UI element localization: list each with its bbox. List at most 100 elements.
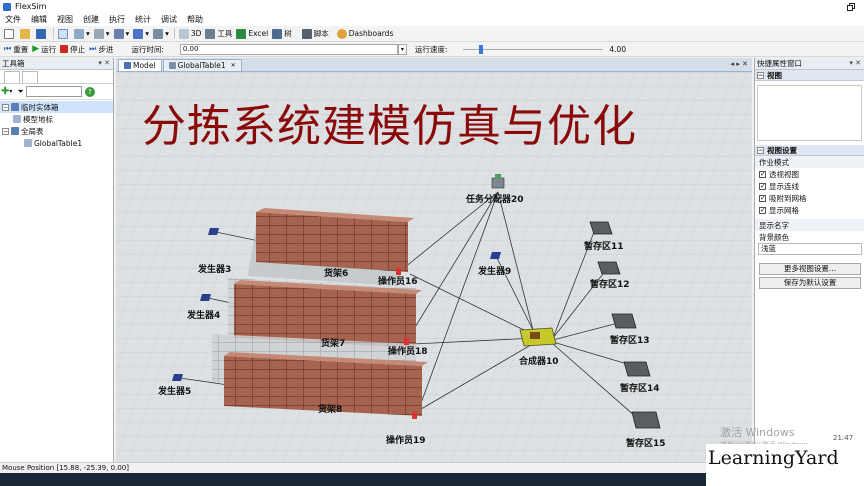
run-speed-value: 4.00 (609, 44, 627, 54)
tree-item[interactable]: GlobalTable1 (0, 137, 113, 149)
close-icon[interactable]: ✕ (855, 59, 861, 67)
show-names-label[interactable]: 显示名字 (755, 219, 864, 231)
menu-file[interactable]: 文件 (0, 14, 26, 25)
add-icon[interactable]: ✚ (1, 86, 9, 97)
run-time-dropdown[interactable]: ▾ (397, 43, 407, 55)
chevron-left-icon[interactable]: ◂ (731, 60, 735, 68)
tree-button[interactable]: 树 (272, 27, 292, 40)
save-default-settings-button[interactable]: 保存为默认设置 (759, 277, 861, 289)
group-mode-button[interactable]: ▾ (153, 27, 169, 40)
script-icon (301, 28, 312, 39)
menu-debug[interactable]: 调试 (156, 14, 182, 25)
checkbox-label: 透视视图 (769, 169, 799, 179)
work-mode-label: 作业模式 (755, 156, 864, 168)
tab-model[interactable]: Model (118, 59, 162, 71)
view-option-checkbox[interactable]: ✓ 显示连线 (755, 180, 864, 192)
chevron-right-icon[interactable]: ▸ (736, 60, 740, 68)
view-checkbox-list: ✓ 透视视图 ✓ 显示连线 ✓ 吸附到网格 ✓ 显示网格 (755, 168, 864, 216)
view-settings-section-header[interactable]: − 视图设置 (755, 145, 864, 156)
menu-help[interactable]: 帮助 (182, 14, 208, 25)
open-model-button[interactable] (20, 27, 32, 40)
restore-button[interactable] (838, 0, 864, 13)
menu-build[interactable]: 创建 (78, 14, 104, 25)
view-option-checkbox[interactable]: ✓ 透视视图 (755, 168, 864, 180)
tools-label: 工具 (217, 29, 233, 38)
queue-12[interactable] (597, 261, 621, 275)
view-section-title: 视图 (767, 70, 782, 80)
connect-mode-button[interactable]: ▾ (74, 27, 90, 40)
new-model-button[interactable] (4, 27, 16, 40)
script-button[interactable]: 脚本 (301, 27, 329, 40)
label-combiner-10: 合成器10 (519, 357, 559, 367)
menu-execute[interactable]: 执行 (104, 14, 130, 25)
menu-edit[interactable]: 编辑 (26, 14, 52, 25)
checkbox-icon[interactable]: ✓ (759, 194, 766, 202)
library-objects-tab[interactable] (4, 71, 20, 83)
view-section-header[interactable]: − 视图 (755, 70, 864, 81)
checkbox-icon[interactable]: ✓ (759, 170, 766, 178)
queue-13[interactable] (611, 313, 637, 329)
tree-item[interactable]: 模型地标 (0, 113, 113, 125)
reset-button[interactable]: ⏮ 重置 (4, 43, 28, 56)
run-time-field[interactable]: 0.00 (179, 43, 398, 55)
step-button[interactable]: ⏭ 步进 (89, 43, 113, 56)
close-icon[interactable]: ✕ (231, 62, 236, 69)
tree-item-label: 临时实体箱 (21, 102, 59, 112)
combiner-10[interactable] (519, 327, 557, 347)
view-option-checkbox[interactable]: ✓ 显示网格 (755, 204, 864, 216)
main-toolbar: ▾ ▾ ▾ ▾ ▾ 3D 工具 Excel 树 脚本 Dashboards (0, 26, 864, 42)
more-view-settings-button[interactable]: 更多视图设置... (759, 263, 861, 275)
operator-19[interactable] (412, 412, 417, 419)
open-folder-icon (20, 28, 30, 39)
quick-properties-header: 快捷属性窗口 ▾ ✕ (755, 58, 864, 70)
pin-icon[interactable]: ▾ (849, 59, 853, 67)
dashboards-button[interactable]: Dashboards (336, 27, 393, 40)
collapse-icon: − (757, 146, 764, 154)
tools-button[interactable]: 工具 (205, 27, 232, 40)
model-3d-canvas[interactable]: 分拣系统建模仿真与优化 任务分配器20 发生器3 发生器4 发生器5 发生器9 … (116, 72, 752, 462)
background-color-field[interactable]: 浅蓝 (758, 243, 862, 255)
learningyard-brand: LearningYard (706, 444, 864, 486)
chevron-down-icon[interactable]: ▾ (9, 88, 12, 95)
queue-14[interactable] (623, 361, 651, 377)
slider-thumb[interactable] (479, 44, 484, 54)
menu-view[interactable]: 视图 (52, 14, 78, 25)
queue-11[interactable] (589, 221, 613, 235)
run-speed-slider[interactable] (463, 44, 604, 55)
save-model-button[interactable] (36, 27, 48, 40)
create-object-button[interactable]: ▾ (113, 27, 129, 40)
view-preview-box (757, 85, 862, 141)
label-source-3: 发生器3 (198, 265, 232, 275)
library-search-input[interactable] (25, 86, 82, 97)
excel-button[interactable]: Excel (236, 27, 268, 40)
edge-mode-button[interactable]: ▾ (93, 27, 110, 40)
run-button[interactable]: ▶ 运行 (32, 43, 56, 56)
close-icon[interactable]: ✕ (742, 60, 748, 68)
view-3d-button[interactable]: 3D (178, 27, 201, 40)
library-toolbox-tab[interactable] (22, 71, 38, 83)
checkbox-icon[interactable]: ✓ (759, 182, 766, 190)
checkbox-icon[interactable]: ✓ (759, 206, 766, 214)
tree-expander-icon[interactable]: − (2, 103, 9, 111)
close-icon[interactable]: ✕ (104, 59, 110, 67)
tab-globaltable1[interactable]: GlobalTable1 ✕ (162, 59, 242, 71)
help-icon[interactable]: ? (84, 86, 95, 97)
play-icon: ▶ (32, 44, 40, 54)
menu-statistics[interactable]: 统计 (130, 14, 156, 25)
edge-icon (93, 28, 104, 39)
pin-icon[interactable]: ▾ (98, 59, 102, 67)
tree-item[interactable]: − 全局表 (0, 125, 113, 137)
tree-expander-icon[interactable]: − (2, 127, 9, 135)
model-view-panel: Model GlobalTable1 ✕ ◂ ▸ ✕ 分拣系统建模仿真与优化 任… (116, 58, 752, 462)
view-option-checkbox[interactable]: ✓ 吸附到网格 (755, 192, 864, 204)
tree-item[interactable]: − 临时实体箱 (0, 101, 113, 113)
stop-button[interactable]: 停止 (60, 43, 85, 56)
queue-15[interactable] (631, 411, 661, 429)
color-mode-button[interactable]: ▾ (133, 27, 149, 40)
tree-item-label: 模型地标 (23, 114, 53, 124)
model-icon (124, 62, 131, 69)
select-mode-button[interactable] (58, 27, 70, 40)
restore-icon (847, 2, 855, 11)
filter-icon[interactable]: ⏷ (17, 87, 23, 97)
3d-view-icon (178, 28, 189, 39)
